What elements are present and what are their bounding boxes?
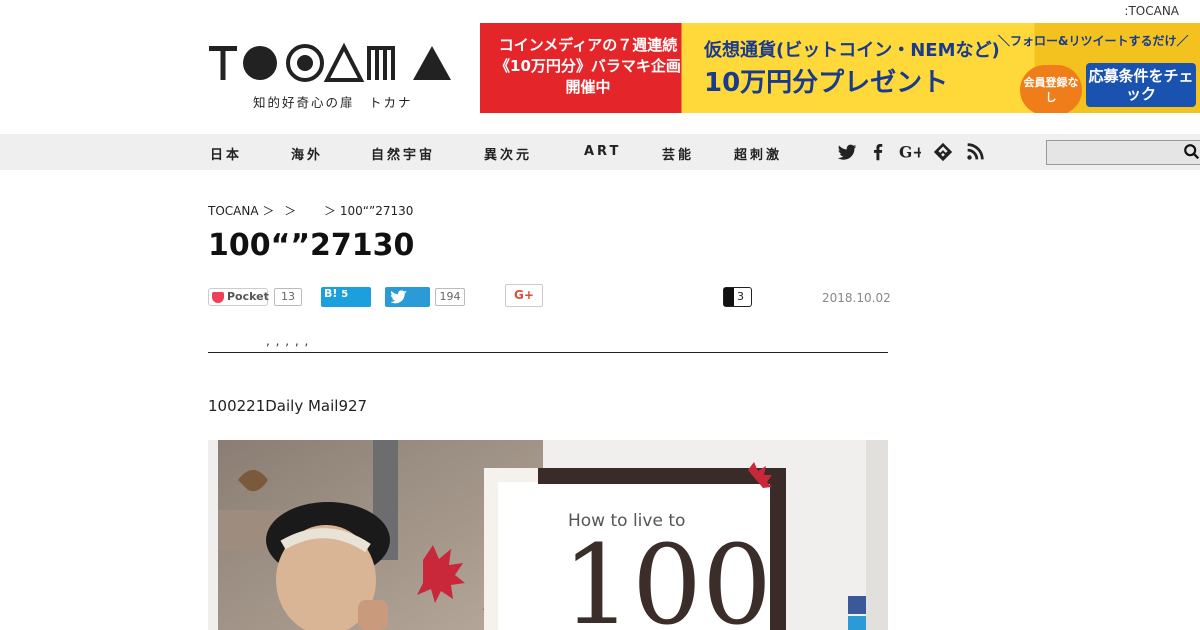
feedly-icon[interactable] [932, 141, 954, 163]
article-photo-illustration [218, 440, 888, 630]
banner-top-right-text: ＼フォロー&リツイートするだけ／ [998, 34, 1189, 48]
rss-icon[interactable] [964, 141, 986, 163]
nav-item-japan[interactable]: 日本 [210, 144, 242, 163]
twitter-bird-icon [391, 290, 407, 304]
site-logo[interactable] [209, 42, 453, 84]
google-plus-share-button[interactable]: G+ [505, 284, 543, 307]
comment-icon [724, 288, 734, 306]
ad-banner[interactable]: コインメディアの７週連続《10万円分》バラマキ企画開催中 仮想通貨(ビットコイン… [480, 23, 1200, 113]
pocket-label: Pocket [227, 290, 269, 303]
hatena-count: 5 [341, 289, 349, 300]
facebook-icon[interactable] [867, 141, 889, 163]
google-plus-icon[interactable]: G+ [899, 141, 921, 163]
banner-left-text: コインメディアの７週連続《10万円分》バラマキ企画開催中 [495, 36, 681, 96]
page: :TOCANA 知的好奇心の扉 トカナ コインメディアの７週連続《10万円分》バ… [0, 0, 1200, 630]
article-date: 2018.10.02 [822, 291, 891, 305]
nav-item-overseas[interactable]: 海外 [291, 144, 323, 163]
hatena-icon: B! [324, 287, 338, 300]
tocana-logo-mark [209, 42, 451, 82]
nav-item-extreme[interactable]: 超刺激 [734, 144, 782, 163]
pocket-icon [212, 292, 224, 303]
banner-badge: 会員登録なし [1020, 65, 1082, 113]
search-input[interactable] [1047, 141, 1177, 164]
breadcrumb: TOCANA ＞ ＞ ＞ 100“”27130 [208, 202, 419, 219]
breadcrumb-category[interactable]: ＞ [284, 204, 296, 218]
comment-count-button[interactable]: 3 [723, 287, 752, 307]
divider [208, 352, 888, 353]
nav-item-nature-space[interactable]: 自然宇宙 [371, 144, 435, 163]
main-nav: 日本 海外 自然宇宙 異次元 ART 芸能 超刺激 G+ [0, 134, 1200, 170]
article-lead: 100221Daily Mail927 [208, 397, 368, 415]
search-box [1046, 140, 1200, 165]
twitter-icon[interactable] [836, 141, 858, 163]
comment-count: 3 [737, 290, 744, 303]
search-icon[interactable] [1183, 143, 1200, 161]
breadcrumb-current: ＞ 100“”27130 [324, 204, 414, 218]
tweet-count: 194 [435, 288, 465, 306]
site-tagline: 知的好奇心の扉 トカナ [253, 95, 413, 110]
svg-text:G+: G+ [899, 143, 921, 162]
article-image [208, 440, 888, 630]
pocket-button[interactable]: Pocket [208, 288, 269, 306]
banner-main-line-1: 仮想通貨(ビットコイン・NEMなど) [704, 40, 1000, 61]
banner-main-line-2: 10万円分プレゼント [704, 68, 949, 98]
article-tags[interactable]: , , , , , [266, 334, 309, 348]
site-top-text: :TOCANA [1124, 4, 1179, 18]
nav-item-entertainment[interactable]: 芸能 [662, 144, 694, 163]
pocket-count: 13 [274, 288, 302, 306]
banner-cta-button[interactable]: 応募条件をチェック [1086, 63, 1196, 107]
hatena-bookmark-button[interactable]: B! 5 [321, 287, 371, 307]
breadcrumb-home[interactable]: TOCANA ＞ [208, 204, 274, 218]
nav-item-other-dimension[interactable]: 異次元 [484, 144, 532, 163]
image-caption-big: 100 [562, 521, 772, 630]
nav-item-art[interactable]: ART [584, 144, 621, 159]
tweet-button[interactable] [385, 287, 430, 307]
article-title: 100“”27130 [208, 228, 415, 263]
banner-main-text: 仮想通貨(ビットコイン・NEMなど) 10万円分プレゼント [704, 35, 1000, 99]
